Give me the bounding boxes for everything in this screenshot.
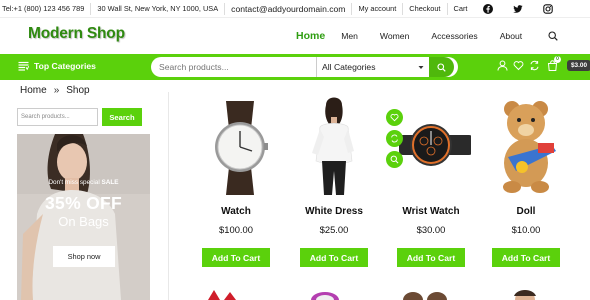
- sidebar-search-button[interactable]: Search: [102, 108, 142, 126]
- banner-subline: On Bags: [58, 214, 109, 229]
- cart-count-badge: 0: [554, 56, 561, 63]
- main-nav: Home Men Women Accessories About: [296, 30, 558, 42]
- category-select-value: All Categories: [322, 62, 376, 72]
- cart-total[interactable]: $3.00: [567, 60, 590, 71]
- add-to-cart-button[interactable]: Add To Cart: [202, 248, 270, 267]
- next-row-product-image: [311, 292, 339, 300]
- menu-list-icon: [18, 61, 29, 71]
- banner-headline: 35% OFF: [45, 193, 122, 213]
- next-row-product-image: [208, 290, 236, 300]
- banner-tagline-text: Don't miss special: [48, 179, 100, 186]
- twitter-icon[interactable]: [513, 4, 524, 14]
- wishlist-button[interactable]: [386, 109, 403, 126]
- product-name[interactable]: Wrist Watch: [383, 206, 479, 217]
- product-card-white-dress: White Dress $25.00 Add To Cart: [286, 95, 382, 295]
- breadcrumb-home[interactable]: Home: [20, 85, 47, 96]
- nav-accessories[interactable]: Accessories: [431, 31, 477, 41]
- heart-icon[interactable]: [513, 60, 524, 71]
- product-card-doll: Doll $10.00 Add To Cart: [478, 95, 574, 295]
- instagram-icon[interactable]: [543, 3, 554, 14]
- breadcrumb-separator: »: [53, 85, 60, 96]
- top-categories-toggle[interactable]: Top Categories: [18, 61, 96, 71]
- product-search-form: All Categories: [151, 57, 458, 77]
- search-icon[interactable]: [548, 31, 558, 41]
- main-header: Modern Shop Home Men Women Accessories A…: [0, 18, 590, 54]
- product-quick-actions: [386, 109, 403, 168]
- product-image-wrist-watch[interactable]: [391, 95, 471, 195]
- sidebar-search: Search products... Search: [17, 108, 142, 126]
- product-price: $25.00: [319, 224, 349, 235]
- next-row-product-image: [403, 292, 447, 300]
- nav-about[interactable]: About: [500, 31, 522, 41]
- user-icon[interactable]: [497, 60, 508, 71]
- shop-now-button[interactable]: Shop now: [53, 246, 115, 267]
- contact-email[interactable]: contact@addyourdomain.com: [225, 2, 353, 15]
- heart-icon: [390, 113, 399, 122]
- category-bar: Top Categories All Categories 0 $3.00: [0, 54, 590, 80]
- breadcrumb: Home » Shop: [20, 85, 90, 96]
- product-image-watch[interactable]: [196, 95, 276, 195]
- banner-sale-word: SALE: [101, 179, 119, 186]
- nav-home[interactable]: Home: [296, 30, 325, 42]
- add-to-cart-button[interactable]: Add To Cart: [300, 248, 368, 267]
- header-action-icons: 0 $3.00: [497, 56, 590, 71]
- top-categories-label: Top Categories: [34, 61, 96, 71]
- zoom-icon: [390, 155, 399, 164]
- sidebar-search-input[interactable]: Search products...: [17, 108, 98, 126]
- product-name[interactable]: Watch: [188, 206, 284, 217]
- product-image-white-dress[interactable]: [294, 95, 374, 195]
- sidebar-divider: [168, 92, 169, 300]
- product-name[interactable]: Doll: [478, 206, 574, 217]
- logo-word-2: Shop: [86, 25, 125, 42]
- chevron-down-icon: [418, 65, 424, 69]
- sidebar-search-placeholder: Search products...: [21, 114, 70, 120]
- site-logo[interactable]: Modern Shop: [28, 25, 125, 43]
- compare-icon[interactable]: [529, 60, 540, 71]
- product-card-watch: Watch $100.00 Add To Cart: [188, 95, 284, 295]
- my-account-link[interactable]: My account: [352, 2, 404, 15]
- product-price: $30.00: [416, 224, 446, 235]
- add-to-cart-button[interactable]: Add To Cart: [492, 248, 560, 267]
- facebook-icon[interactable]: [483, 3, 494, 14]
- product-name[interactable]: White Dress: [286, 206, 382, 217]
- add-to-cart-button[interactable]: Add To Cart: [397, 248, 465, 267]
- next-row-product-image: [514, 290, 536, 300]
- phone-number: Tel:+1 (800) 123 456 789: [0, 2, 92, 15]
- product-price: $10.00: [511, 224, 541, 235]
- promo-banner[interactable]: Don't miss special SALE 35% OFF On Bags …: [17, 134, 150, 300]
- product-search-input[interactable]: [151, 57, 316, 77]
- product-price: $100.00: [219, 224, 253, 235]
- cart-button[interactable]: 0: [547, 56, 561, 71]
- compare-icon: [391, 134, 398, 143]
- product-search-button[interactable]: [429, 57, 454, 77]
- quick-view-button[interactable]: [386, 151, 403, 168]
- checkout-link[interactable]: Checkout: [403, 2, 448, 15]
- store-address: 30 Wall St, New York, NY 1000, USA: [91, 2, 226, 15]
- compare-button[interactable]: [386, 130, 403, 147]
- search-icon: [437, 62, 446, 72]
- nav-women[interactable]: Women: [380, 31, 409, 41]
- breadcrumb-current: Shop: [66, 85, 90, 96]
- cart-link[interactable]: Cart: [448, 3, 474, 15]
- nav-men[interactable]: Men: [341, 31, 358, 41]
- category-select[interactable]: All Categories: [317, 57, 429, 77]
- banner-tagline: Don't miss special SALE: [17, 179, 150, 186]
- product-image-doll[interactable]: [486, 95, 566, 195]
- top-info-bar: Tel:+1 (800) 123 456 789 30 Wall St, New…: [0, 0, 590, 18]
- logo-word-1: Modern: [28, 25, 83, 42]
- social-links: [483, 3, 554, 14]
